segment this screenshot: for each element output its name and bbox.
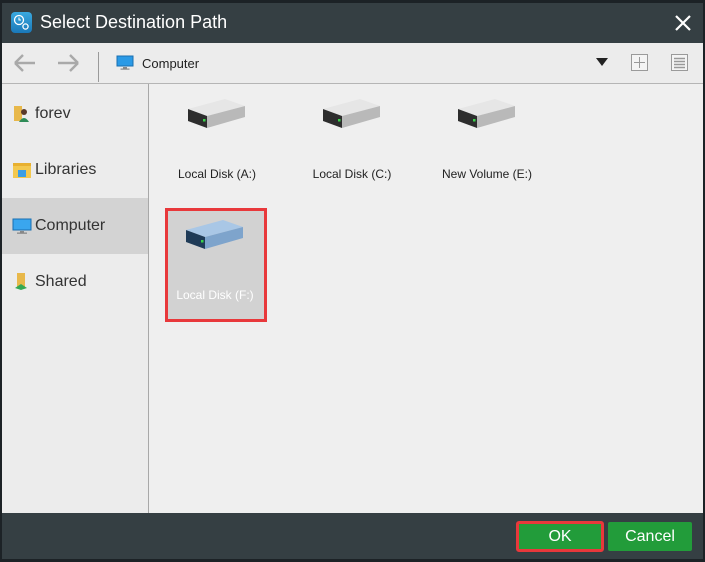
path-dropdown-icon[interactable] <box>596 58 608 66</box>
new-folder-button[interactable] <box>631 54 648 71</box>
app-icon <box>11 12 32 33</box>
toolbar: Computer <box>2 43 703 84</box>
hard-drive-icon <box>323 99 380 128</box>
hard-drive-icon <box>186 220 243 249</box>
dialog-title: Select Destination Path <box>40 12 228 32</box>
drive-new-volume-e[interactable]: New Volume (E:) <box>437 87 537 197</box>
arrow-right-icon <box>58 54 79 72</box>
sidebar-item-label: Computer <box>35 217 106 234</box>
drive-local-disk-c[interactable]: Local Disk (C:) <box>302 87 402 197</box>
drive-label: Local Disk (C:) <box>312 167 392 181</box>
dialog-footer: OK Cancel <box>2 513 703 559</box>
list-view-icon <box>674 57 685 69</box>
computer-monitor-icon <box>12 216 32 236</box>
ok-button[interactable]: OK <box>516 521 604 552</box>
drive-local-disk-f[interactable]: Local Disk (F:) <box>165 208 267 322</box>
hard-drive-icon <box>188 99 245 128</box>
select-destination-dialog: Select Destination Path Computer forev L… <box>2 3 703 559</box>
toolbar-divider <box>98 52 99 82</box>
sidebar-item-label: Shared <box>35 273 87 290</box>
user-folder-icon <box>12 104 32 124</box>
drive-label: New Volume (E:) <box>441 167 533 181</box>
forward-button[interactable] <box>55 52 81 74</box>
drive-label: Local Disk (F:) <box>176 288 254 302</box>
sidebar-item-forev[interactable]: forev <box>2 86 148 142</box>
close-icon[interactable] <box>671 11 695 35</box>
drive-local-disk-a[interactable]: Local Disk (A:) <box>167 87 267 197</box>
sidebar-item-libraries[interactable]: Libraries <box>2 142 148 198</box>
sidebar-item-label: Libraries <box>35 161 97 178</box>
sidebar-item-label: forev <box>35 105 71 122</box>
drive-list: Local Disk (A:) Local Disk (C:) New Volu… <box>149 84 703 513</box>
libraries-folder-icon <box>12 160 32 180</box>
sidebar-item-shared[interactable]: Shared <box>2 254 148 310</box>
hard-drive-icon <box>458 99 515 128</box>
cancel-button[interactable]: Cancel <box>608 522 692 551</box>
current-path: Computer <box>142 56 200 71</box>
drive-label: Local Disk (A:) <box>177 167 257 181</box>
arrow-left-icon <box>14 54 35 72</box>
shared-folder-icon <box>12 272 32 292</box>
computer-monitor-icon <box>116 55 134 76</box>
title-bar: Select Destination Path <box>2 3 703 43</box>
view-mode-button[interactable] <box>671 54 688 71</box>
back-button[interactable] <box>12 52 38 74</box>
plus-box-icon <box>634 57 645 68</box>
sidebar: forev Libraries Computer Shared <box>2 84 149 513</box>
sidebar-item-computer[interactable]: Computer <box>2 198 148 254</box>
